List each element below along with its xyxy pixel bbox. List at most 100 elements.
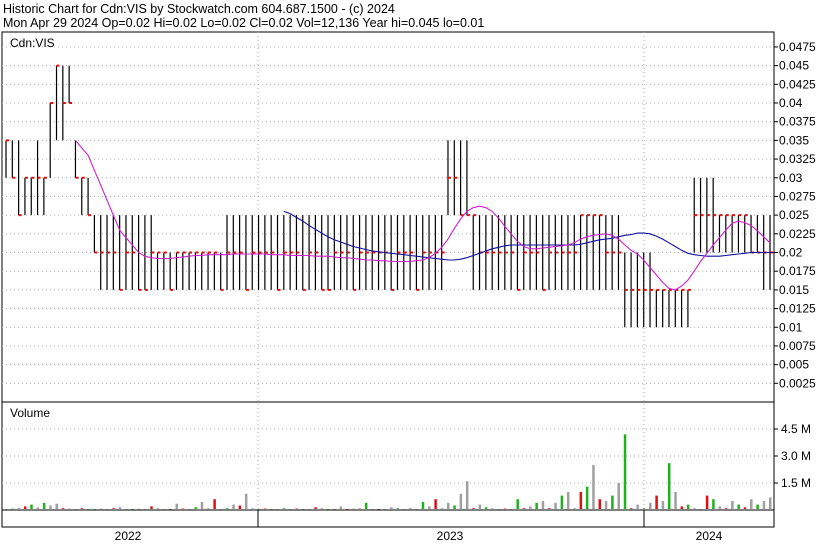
volume-bar <box>541 501 545 509</box>
volume-bar <box>112 508 115 509</box>
volume-bar <box>345 509 349 510</box>
volume-bar <box>219 509 223 510</box>
volume-bar <box>207 508 210 509</box>
volume-bar <box>611 495 614 509</box>
volume-bar <box>232 504 235 509</box>
volume-bar <box>244 493 248 509</box>
volume-bar <box>333 508 336 510</box>
volume-bar <box>162 509 166 510</box>
volume-bar <box>200 501 204 509</box>
volume-bar <box>453 505 456 509</box>
volume-bar <box>604 501 608 509</box>
price-tick-label: 0.0475 <box>779 40 816 54</box>
volume-bar <box>737 504 740 509</box>
volume-bar <box>459 493 463 509</box>
volume-bar <box>649 502 652 509</box>
volume-bar <box>769 497 772 509</box>
price-tick-label: 0.0325 <box>779 152 816 166</box>
volume-bar <box>371 509 374 510</box>
volume-bar <box>364 502 368 509</box>
price-tick-label: 0.03 <box>779 171 803 185</box>
volume-bar <box>655 495 658 509</box>
volume-bar <box>510 509 513 510</box>
volume-bar <box>686 504 690 509</box>
stockwatch-historic-chart: Historic Chart for Cdn:VIS by Stockwatch… <box>0 0 830 543</box>
volume-panel-title: Volume <box>10 406 50 420</box>
volume-bar <box>150 506 153 509</box>
volume-bar <box>560 495 564 509</box>
volume-bar <box>270 508 273 510</box>
volume-bar <box>724 508 728 509</box>
volume-bar <box>497 509 500 510</box>
volume-bar <box>276 509 280 510</box>
volume-bar <box>358 508 362 509</box>
volume-bar <box>194 507 197 509</box>
volume-bar <box>175 503 178 509</box>
volume-bar <box>718 506 721 509</box>
volume-bar <box>36 507 40 509</box>
price-tick-label: 0.005 <box>779 358 809 372</box>
volume-bar <box>213 499 216 509</box>
volume-bar <box>705 495 709 509</box>
volume-bar <box>99 508 103 510</box>
price-tick-label: 0.045 <box>779 59 809 73</box>
volume-bar <box>478 504 482 509</box>
price-tick-label: 0.025 <box>779 208 809 222</box>
price-tick-label: 0.0175 <box>779 264 816 278</box>
year-label: 2023 <box>437 529 464 543</box>
volume-bar <box>11 508 14 510</box>
volume-bar <box>383 509 387 510</box>
volume-bar <box>55 503 59 509</box>
volume-bar <box>289 509 292 510</box>
volume-bar <box>339 506 343 509</box>
volume-bar <box>743 507 747 509</box>
volume-bar <box>617 483 620 509</box>
volume-bar <box>251 508 254 509</box>
volume-bar <box>23 506 27 509</box>
volume-bar <box>30 504 33 509</box>
volume-bar <box>74 509 77 510</box>
volume-bar <box>667 463 671 509</box>
volume-bar <box>440 508 444 509</box>
volume-bar <box>327 509 330 510</box>
year-label: 2022 <box>115 529 142 543</box>
x-axis-strip <box>1 509 775 528</box>
volume-bar <box>301 508 305 510</box>
volume-bar <box>181 508 185 510</box>
volume-bar <box>93 509 96 510</box>
volume-bar <box>421 501 425 509</box>
volume-bar <box>225 508 229 509</box>
volume-bar <box>390 507 393 509</box>
volume-bar <box>68 508 71 510</box>
price-tick-label: 0.0225 <box>779 227 816 241</box>
volume-bar <box>693 508 696 509</box>
volume-bar <box>396 508 399 509</box>
volume-bar <box>762 501 766 509</box>
volume-bar <box>465 481 469 509</box>
volume-bar <box>282 508 286 509</box>
volume-bar <box>409 508 412 510</box>
volume-bar <box>169 508 172 510</box>
volume-bar <box>446 502 450 509</box>
volume-bar <box>548 508 551 509</box>
chart-svg: Historic Chart for Cdn:VIS by Stockwatch… <box>1 2 816 543</box>
volume-bar <box>554 502 557 509</box>
volume-bar <box>756 504 759 509</box>
price-tick-label: 0.0025 <box>779 376 816 390</box>
price-tick-label: 0.02 <box>779 246 803 260</box>
volume-bar <box>124 509 128 510</box>
volume-bar <box>680 506 684 509</box>
price-tick-label: 0.035 <box>779 133 809 147</box>
volume-bar <box>188 509 191 510</box>
price-tick-label: 0.01 <box>779 320 803 334</box>
chart-header-line2: Mon Apr 29 2024 Op=0.02 Hi=0.02 Lo=0.02 … <box>3 16 484 30</box>
volume-bar <box>630 508 633 509</box>
volume-bar <box>642 508 646 509</box>
chart-header-line1: Historic Chart for Cdn:VIS by Stockwatch… <box>3 2 395 16</box>
volume-bar <box>402 509 406 510</box>
volume-tick-label: 1.5 M <box>781 476 811 490</box>
volume-bar <box>623 434 627 509</box>
volume-bar <box>503 508 507 510</box>
price-panel-title: Cdn:VIS <box>10 36 55 50</box>
price-tick-label: 0.015 <box>779 283 809 297</box>
